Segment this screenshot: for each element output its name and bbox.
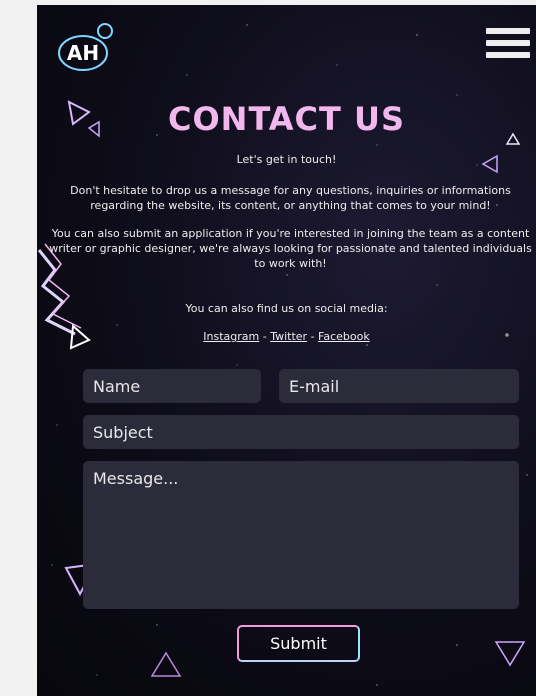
- triangle-decor-icon: [150, 651, 182, 677]
- hamburger-bar: [486, 40, 530, 46]
- triangle-decor-icon: [494, 641, 526, 667]
- page-subtitle: Let's get in touch!: [236, 153, 337, 166]
- social-label: You can also find us on social media:: [185, 302, 388, 315]
- hamburger-bar: [486, 52, 530, 58]
- name-field[interactable]: [83, 369, 261, 403]
- link-separator: -: [307, 330, 319, 343]
- facebook-link[interactable]: Facebook: [318, 330, 370, 343]
- submit-button[interactable]: Submit: [237, 625, 360, 662]
- application-paragraph: You can also submit an application if yo…: [49, 227, 532, 270]
- twitter-link[interactable]: Twitter: [270, 330, 307, 343]
- email-field[interactable]: [279, 369, 519, 403]
- hamburger-menu-icon[interactable]: [486, 28, 530, 64]
- page-frame: AH CONTACT US Let's get in touch! Don't …: [37, 5, 536, 696]
- hamburger-bar: [486, 28, 530, 34]
- instagram-link[interactable]: Instagram: [203, 330, 259, 343]
- logo-icon[interactable]: AH: [47, 19, 123, 75]
- logo-text: AH: [67, 41, 99, 65]
- subject-field[interactable]: [83, 415, 519, 449]
- message-field[interactable]: [83, 461, 519, 609]
- link-separator: -: [259, 330, 271, 343]
- intro-paragraph: Don't hesitate to drop us a message for …: [70, 184, 511, 212]
- page-title: CONTACT US: [167, 100, 406, 138]
- social-links: Instagram - Twitter - Facebook: [37, 330, 536, 343]
